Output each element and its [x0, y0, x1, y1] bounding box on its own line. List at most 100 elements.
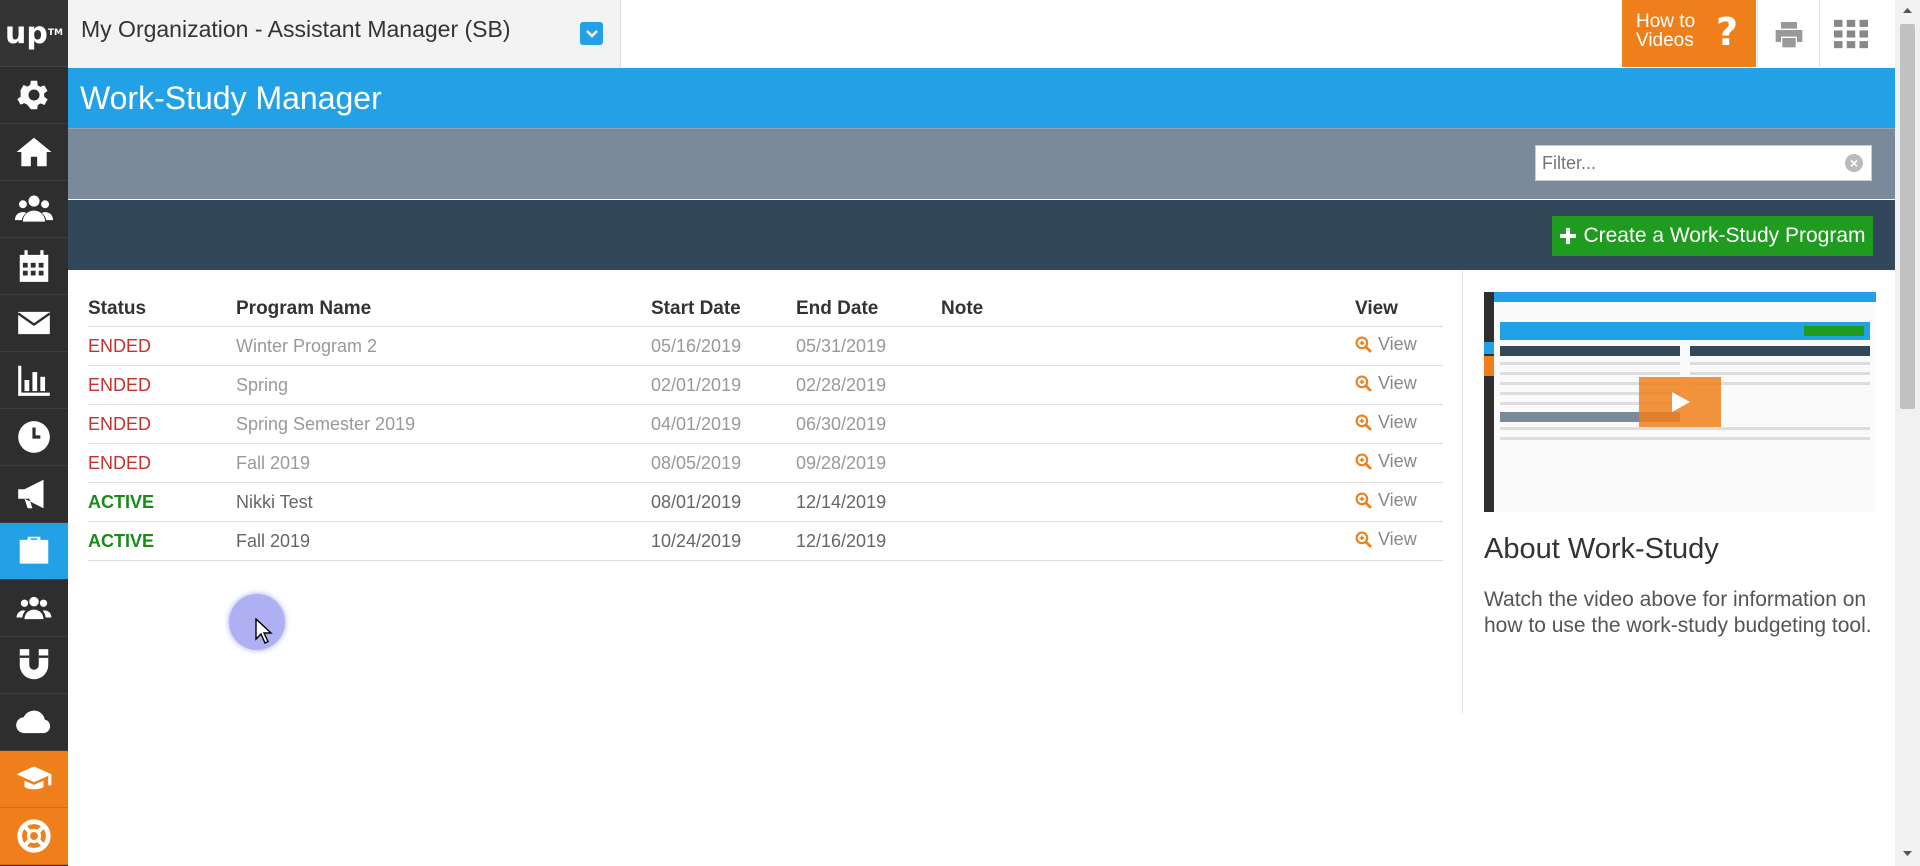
note-cell [941, 326, 1355, 366]
status-cell: ENDED [88, 365, 236, 405]
sidebar-item-people[interactable] [0, 181, 68, 238]
bar-chart-icon [18, 365, 50, 396]
create-button-label: Create a Work-Study Program [1583, 224, 1866, 247]
view-link-label: View [1378, 529, 1417, 549]
end-date-cell: 09/28/2019 [796, 443, 941, 483]
grid-icon [1834, 19, 1868, 48]
sidebar-item-announcements[interactable] [0, 466, 68, 523]
status-cell: ACTIVE [88, 482, 236, 522]
start-date-cell: 02/01/2019 [651, 365, 796, 405]
action-bar: Create a Work-Study Program [68, 200, 1895, 270]
view-cell: View [1355, 404, 1443, 444]
program-name-cell: Fall 2019 [236, 521, 651, 561]
how-to-line2: Videos [1636, 30, 1694, 51]
sidebar-item-messages[interactable] [0, 295, 68, 352]
table-row: ENDED Winter Program 2 05/16/2019 05/31/… [88, 326, 1443, 366]
filter-bar: × [68, 128, 1895, 199]
vertical-scrollbar[interactable] [1895, 0, 1920, 866]
column-header-note[interactable]: Note [941, 292, 1355, 327]
view-cell: View [1355, 443, 1443, 483]
table-row: ACTIVE Fall 2019 10/24/2019 12/16/2019 V… [88, 521, 1443, 561]
column-header-end-date[interactable]: End Date [796, 292, 941, 327]
filter-box: × [1535, 145, 1872, 181]
status-cell: ENDED [88, 443, 236, 483]
print-button[interactable] [1757, 0, 1820, 67]
sidebar-item-home[interactable] [0, 124, 68, 181]
mouse-pointer-icon [255, 618, 273, 644]
column-header-status[interactable]: Status [88, 292, 236, 327]
view-link-label: View [1378, 490, 1417, 510]
clock-icon [18, 421, 50, 453]
view-cell: View [1355, 365, 1443, 405]
program-name-cell: Spring Semester 2019 [236, 404, 651, 444]
view-link[interactable]: View [1355, 412, 1417, 433]
table-row: ENDED Spring 02/01/2019 02/28/2019 View [88, 365, 1443, 405]
note-cell [941, 365, 1355, 405]
sidebar-item-cloud[interactable] [0, 694, 68, 751]
sidebar-item-education[interactable] [0, 751, 68, 808]
graduation-cap-icon [16, 766, 52, 790]
view-link[interactable]: View [1355, 334, 1417, 355]
view-link[interactable]: View [1355, 373, 1417, 394]
view-link-label: View [1378, 451, 1417, 471]
sidebar-item-settings[interactable] [0, 67, 68, 124]
start-date-cell: 05/16/2019 [651, 326, 796, 366]
note-cell [941, 521, 1355, 561]
programs-table: Status Program Name Start Date End Date … [88, 292, 1443, 561]
view-link[interactable]: View [1355, 451, 1417, 472]
magnifier-icon [1355, 453, 1372, 470]
cursor-highlight [229, 594, 285, 650]
magnifier-icon [1355, 531, 1372, 548]
view-cell: View [1355, 521, 1443, 561]
question-icon: ? [1716, 10, 1739, 54]
column-header-program-name[interactable]: Program Name [236, 292, 651, 327]
column-header-view: View [1355, 298, 1398, 319]
sidebar-item-groups[interactable] [0, 580, 68, 637]
note-cell [941, 404, 1355, 444]
about-text: Watch the video above for information on… [1484, 588, 1872, 637]
view-link-label: View [1378, 412, 1417, 432]
magnifier-icon [1355, 336, 1372, 353]
top-bar: My Organization - Assistant Manager (SB)… [68, 0, 1920, 69]
magnifier-icon [1355, 375, 1372, 392]
users-icon [15, 195, 53, 222]
envelope-icon [17, 311, 51, 335]
group-icon [16, 596, 52, 620]
megaphone-icon [18, 479, 44, 509]
clear-filter-icon[interactable]: × [1845, 154, 1863, 172]
video-preview-image [1484, 292, 1876, 512]
organization-selector[interactable]: My Organization - Assistant Manager (SB) [68, 0, 621, 68]
filter-input[interactable] [1536, 146, 1838, 180]
end-date-cell: 02/28/2019 [796, 365, 941, 405]
scroll-down-icon[interactable] [1902, 850, 1913, 858]
end-date-cell: 12/16/2019 [796, 521, 941, 561]
status-cell: ENDED [88, 326, 236, 366]
sidebar-item-help[interactable] [0, 808, 68, 865]
video-thumbnail[interactable] [1484, 292, 1876, 512]
page-header: Work-Study Manager [68, 68, 1895, 128]
sidebar-item-time[interactable] [0, 409, 68, 466]
how-to-videos-button[interactable]: How to Videos ? [1622, 0, 1756, 67]
start-date-cell: 08/01/2019 [651, 482, 796, 522]
start-date-cell: 10/24/2019 [651, 521, 796, 561]
chevron-down-icon[interactable] [580, 22, 603, 45]
view-link-label: View [1378, 334, 1417, 354]
gear-icon [17, 80, 48, 110]
end-date-cell: 12/14/2019 [796, 482, 941, 522]
about-title: About Work-Study [1484, 533, 1719, 565]
create-work-study-program-button[interactable]: Create a Work-Study Program [1552, 216, 1873, 256]
scroll-up-icon[interactable] [1902, 6, 1913, 14]
sidebar-item-work-study[interactable] [0, 523, 68, 580]
sidebar-item-calendar[interactable] [0, 238, 68, 295]
apps-grid-button[interactable] [1819, 0, 1882, 67]
view-link[interactable]: View [1355, 529, 1417, 550]
column-header-start-date[interactable]: Start Date [651, 292, 796, 327]
table-row: ENDED Spring Semester 2019 04/01/2019 06… [88, 404, 1443, 444]
scrollbar-thumb[interactable] [1900, 24, 1915, 409]
start-date-cell: 08/05/2019 [651, 443, 796, 483]
sidebar-item-reports[interactable] [0, 352, 68, 409]
sidebar-item-magnet[interactable] [0, 637, 68, 694]
print-icon [1775, 21, 1803, 47]
app-logo[interactable]: up TM [0, 0, 68, 67]
view-link[interactable]: View [1355, 490, 1417, 511]
